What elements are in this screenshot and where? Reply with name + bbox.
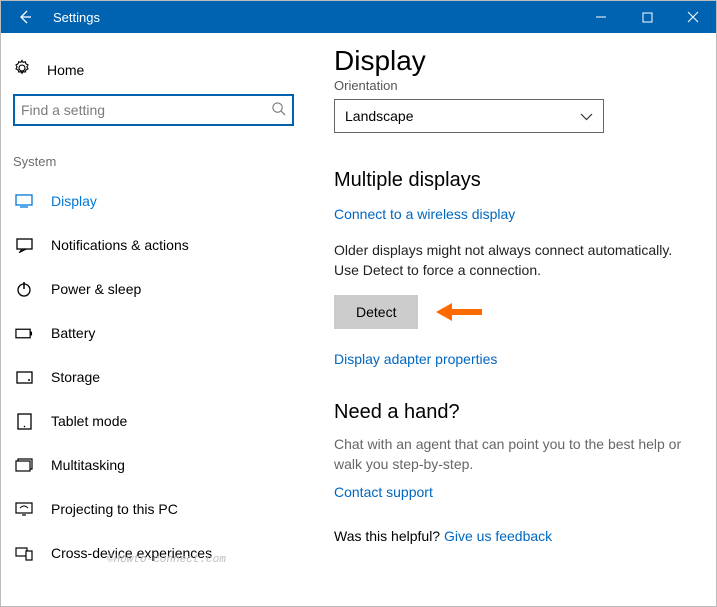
sidebar-item-display[interactable]: Display bbox=[9, 179, 298, 223]
power-icon bbox=[15, 281, 33, 297]
main-content: Display Orientation Landscape Multiple d… bbox=[306, 33, 716, 606]
search-icon bbox=[271, 101, 286, 119]
back-button[interactable] bbox=[1, 1, 49, 33]
close-icon bbox=[687, 11, 699, 23]
window-title: Settings bbox=[49, 10, 100, 25]
sidebar-item-power[interactable]: Power & sleep bbox=[9, 267, 298, 311]
multitasking-icon bbox=[15, 458, 33, 472]
orientation-value: Landscape bbox=[345, 108, 414, 124]
search-input[interactable] bbox=[13, 94, 294, 126]
assist-heading: Need a hand? bbox=[334, 401, 688, 424]
orientation-combobox[interactable]: Landscape bbox=[334, 99, 604, 133]
crossdevice-icon bbox=[15, 546, 33, 561]
projecting-icon bbox=[15, 502, 33, 517]
sidebar-item-multitasking[interactable]: Multitasking bbox=[9, 443, 298, 487]
sidebar-item-notifications[interactable]: Notifications & actions bbox=[9, 223, 298, 267]
arrow-left-icon bbox=[17, 9, 33, 25]
orientation-label: Orientation bbox=[334, 78, 688, 93]
minimize-icon bbox=[595, 11, 607, 23]
sidebar-item-label: Power & sleep bbox=[51, 281, 141, 297]
annotation-arrow-icon bbox=[436, 301, 482, 323]
adapter-properties-link[interactable]: Display adapter properties bbox=[334, 351, 688, 367]
detect-button[interactable]: Detect bbox=[334, 295, 418, 329]
wireless-display-link[interactable]: Connect to a wireless display bbox=[334, 206, 688, 222]
gear-icon bbox=[13, 59, 31, 80]
sidebar-item-label: Battery bbox=[51, 325, 95, 341]
display-icon bbox=[15, 194, 33, 208]
chevron-down-icon bbox=[580, 108, 593, 124]
minimize-button[interactable] bbox=[578, 1, 624, 33]
group-label-system: System bbox=[9, 154, 298, 179]
tablet-icon bbox=[15, 413, 33, 430]
home-button[interactable]: Home bbox=[9, 53, 298, 94]
sidebar-item-label: Notifications & actions bbox=[51, 237, 189, 253]
sidebar-item-label: Multitasking bbox=[51, 457, 125, 473]
sidebar-item-battery[interactable]: Battery bbox=[9, 311, 298, 355]
close-button[interactable] bbox=[670, 1, 716, 33]
sidebar-item-storage[interactable]: Storage bbox=[9, 355, 298, 399]
assist-text: Chat with an agent that can point you to… bbox=[334, 434, 688, 475]
sidebar-item-label: Storage bbox=[51, 369, 100, 385]
sidebar-item-label: Projecting to this PC bbox=[51, 501, 178, 517]
battery-icon bbox=[15, 328, 33, 339]
maximize-icon bbox=[642, 12, 653, 23]
detect-description: Older displays might not always connect … bbox=[334, 240, 688, 281]
maximize-button[interactable] bbox=[624, 1, 670, 33]
contact-support-link[interactable]: Contact support bbox=[334, 484, 688, 500]
feedback-prompt: Was this helpful? bbox=[334, 528, 444, 544]
sidebar-item-tablet[interactable]: Tablet mode bbox=[9, 399, 298, 443]
sidebar-item-label: Cross-device experiences bbox=[51, 545, 212, 561]
home-label: Home bbox=[47, 62, 84, 78]
notifications-icon bbox=[15, 238, 33, 253]
feedback-link[interactable]: Give us feedback bbox=[444, 528, 552, 544]
sidebar-item-label: Tablet mode bbox=[51, 413, 127, 429]
storage-icon bbox=[15, 371, 33, 384]
sidebar-item-label: Display bbox=[51, 193, 97, 209]
titlebar: Settings bbox=[1, 1, 716, 33]
multiple-displays-heading: Multiple displays bbox=[334, 169, 688, 192]
sidebar-item-projecting[interactable]: Projecting to this PC bbox=[9, 487, 298, 531]
sidebar-item-crossdevice[interactable]: Cross-device experiences bbox=[9, 531, 298, 575]
page-title: Display bbox=[334, 45, 688, 77]
sidebar: Home System Display Notifications & acti… bbox=[1, 33, 306, 606]
